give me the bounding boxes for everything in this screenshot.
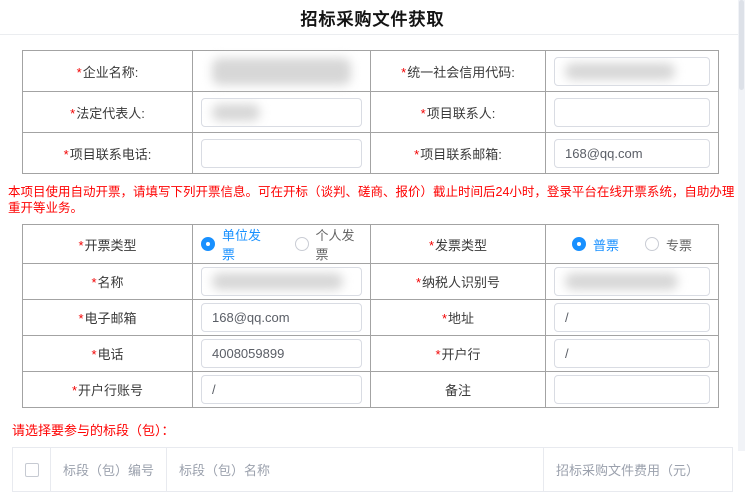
required-asterisk: * bbox=[77, 65, 82, 80]
redacted-legal-rep bbox=[212, 104, 260, 121]
invoice-type-radio-group: 单位发票 个人发票 bbox=[201, 225, 362, 263]
radio-unselected-icon bbox=[645, 237, 659, 251]
contact-email-input[interactable]: 168@qq.com bbox=[554, 139, 710, 168]
select-all-checkbox[interactable] bbox=[25, 463, 39, 477]
required-asterisk: * bbox=[78, 311, 83, 326]
table-row: *开票类型 单位发票 个人发票 *发票类型 普票 专票 bbox=[23, 225, 719, 264]
address-label: *地址 bbox=[371, 300, 546, 336]
redacted-tax-id bbox=[565, 273, 678, 290]
required-asterisk: * bbox=[414, 147, 419, 162]
bank-account-input[interactable]: / bbox=[201, 375, 362, 404]
radio-selected-icon bbox=[201, 237, 215, 251]
required-asterisk: * bbox=[401, 65, 406, 80]
bank-input[interactable]: / bbox=[554, 339, 710, 368]
radio-option-unit-invoice[interactable]: 单位发票 bbox=[201, 225, 269, 263]
required-asterisk: * bbox=[91, 275, 96, 290]
radio-unselected-icon bbox=[295, 237, 309, 251]
ticket-type-radio-group: 普票 专票 bbox=[554, 235, 710, 254]
bank-account-label: *开户行账号 bbox=[23, 372, 193, 408]
tax-id-input[interactable] bbox=[554, 267, 710, 296]
required-asterisk: * bbox=[421, 106, 426, 121]
table-row: *电话 4008059899 *开户行 / bbox=[23, 336, 719, 372]
remark-label: 备注 bbox=[371, 372, 546, 408]
table-row: *电子邮箱 168@qq.com *地址 / bbox=[23, 300, 719, 336]
table-row: *名称 *纳税人识别号 bbox=[23, 264, 719, 300]
page-title: 招标采购文件获取 bbox=[301, 5, 445, 30]
contact-email-label: *项目联系邮箱: bbox=[371, 133, 546, 174]
contact-phone-input[interactable] bbox=[201, 139, 362, 168]
invoice-info-table: *开票类型 单位发票 个人发票 *发票类型 普票 专票 *名称 *纳税人识别号 … bbox=[22, 224, 719, 408]
package-number-header: 标段（包）编号 bbox=[51, 448, 167, 492]
company-name-value[interactable] bbox=[193, 51, 371, 92]
radio-option-personal-invoice[interactable]: 个人发票 bbox=[295, 225, 363, 263]
table-row: *项目联系电话: *项目联系邮箱: 168@qq.com bbox=[23, 133, 719, 174]
invoice-name-input[interactable] bbox=[201, 267, 362, 296]
legal-rep-input[interactable] bbox=[201, 98, 362, 127]
redacted-invoice-name bbox=[212, 273, 343, 290]
invoice-phone-label: *电话 bbox=[23, 336, 193, 372]
credit-code-label: *统一社会信用代码: bbox=[371, 51, 546, 92]
required-asterisk: * bbox=[78, 238, 83, 253]
project-contact-input[interactable] bbox=[554, 98, 710, 127]
redacted-company-name bbox=[212, 58, 350, 85]
radio-option-general-ticket[interactable]: 普票 bbox=[572, 235, 619, 254]
package-table-header-row: 标段（包）编号 标段（包）名称 招标采购文件费用（元） bbox=[13, 448, 733, 492]
bank-label: *开户行 bbox=[371, 336, 546, 372]
required-asterisk: * bbox=[91, 347, 96, 362]
scrollbar-thumb[interactable] bbox=[739, 0, 744, 90]
auto-invoice-notice: 本项目使用自动开票，请填写下列开票信息。可在开标（谈判、磋商、报价）截止时间后2… bbox=[0, 184, 745, 216]
required-asterisk: * bbox=[416, 275, 421, 290]
invoice-email-label: *电子邮箱 bbox=[23, 300, 193, 336]
invoice-phone-input[interactable]: 4008059899 bbox=[201, 339, 362, 368]
table-row: *法定代表人: *项目联系人: bbox=[23, 92, 719, 133]
required-asterisk: * bbox=[70, 106, 75, 121]
company-name-label: *企业名称: bbox=[23, 51, 193, 92]
project-contact-label: *项目联系人: bbox=[371, 92, 546, 133]
redacted-credit-code bbox=[565, 63, 675, 80]
required-asterisk: * bbox=[435, 347, 440, 362]
contact-phone-label: *项目联系电话: bbox=[23, 133, 193, 174]
remark-input[interactable] bbox=[554, 375, 710, 404]
credit-code-input[interactable] bbox=[554, 57, 710, 86]
required-asterisk: * bbox=[442, 311, 447, 326]
invoice-name-label: *名称 bbox=[23, 264, 193, 300]
ticket-type-label: *发票类型 bbox=[371, 225, 546, 264]
table-row: *企业名称: *统一社会信用代码: bbox=[23, 51, 719, 92]
invoice-email-input[interactable]: 168@qq.com bbox=[201, 303, 362, 332]
package-fee-header: 招标采购文件费用（元） bbox=[544, 448, 733, 492]
basic-info-table: *企业名称: *统一社会信用代码: *法定代表人: *项目联系人: *项目联系电… bbox=[22, 50, 719, 174]
required-asterisk: * bbox=[64, 147, 69, 162]
required-asterisk: * bbox=[72, 383, 77, 398]
page-header: 招标采购文件获取 bbox=[0, 0, 745, 35]
required-asterisk: * bbox=[429, 238, 434, 253]
table-row: *开户行账号 / 备注 bbox=[23, 372, 719, 408]
legal-rep-label: *法定代表人: bbox=[23, 92, 193, 133]
select-package-notice: 请选择要参与的标段（包）： bbox=[12, 420, 745, 439]
vertical-scrollbar[interactable] bbox=[738, 0, 745, 451]
radio-option-special-ticket[interactable]: 专票 bbox=[645, 235, 692, 254]
package-table: 标段（包）编号 标段（包）名称 招标采购文件费用（元） bbox=[12, 447, 733, 492]
tax-id-label: *纳税人识别号 bbox=[371, 264, 546, 300]
package-name-header: 标段（包）名称 bbox=[167, 448, 544, 492]
invoice-type-label: *开票类型 bbox=[23, 225, 193, 264]
address-input[interactable]: / bbox=[554, 303, 710, 332]
radio-selected-icon bbox=[572, 237, 586, 251]
